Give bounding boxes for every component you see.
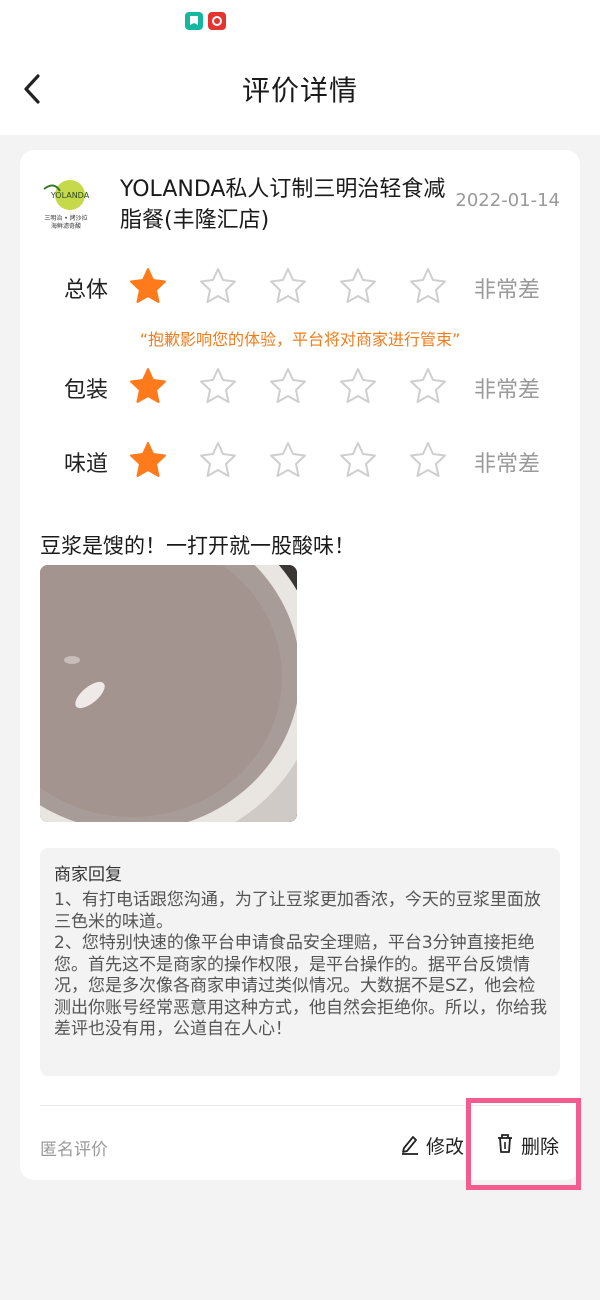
status-bar [0,0,600,45]
review-date: 2022-01-14 [455,190,560,211]
star-empty-icon [270,368,306,403]
star-filled-icon [130,368,166,403]
star-empty-icon [200,268,236,303]
star-empty-icon [340,268,376,303]
svg-text:三明治 • 烤沙拉: 三明治 • 烤沙拉 [44,214,87,222]
edit-label: 修改 [426,1136,465,1158]
star-empty-icon [270,442,306,477]
merchant-reply-title: 商家回复 [54,865,122,885]
rating-row-taste: 味道 非常差 [20,436,580,486]
delete-label: 删除 [521,1136,560,1158]
rating-row-packaging: 包装 非常差 [20,362,580,412]
star-empty-icon [410,368,446,403]
rating-label: 总体 [64,278,109,303]
rating-row-overall: 总体 非常差 [20,262,580,312]
nav-bar: 评价详情 [0,45,600,135]
green-app-icon [185,12,203,30]
rating-description: 非常差 [473,278,540,303]
star-empty-icon [410,442,446,477]
edit-button[interactable]: 修改 [400,1130,470,1160]
anonymous-label: 匿名评价 [40,1140,108,1160]
rating-label: 味道 [64,452,109,477]
star-empty-icon [200,368,236,403]
star-empty-icon [340,442,376,477]
page-title: 评价详情 [241,74,358,107]
red-app-icon [208,12,226,30]
trash-icon [498,1134,512,1153]
star-empty-icon [200,442,236,477]
merchant-reply: 商家回复 1、有打电话跟您沟通，为了让豆浆更加香浓，今天的豆浆里面放三色米的味道… [40,848,560,1076]
star-empty-icon [410,268,446,303]
apology-message: “抱歉影响您的体验，平台将对商家进行管束” [139,330,461,349]
star-filled-icon [130,442,166,477]
star-empty-icon [270,268,306,303]
review-photo[interactable] [40,565,297,822]
review-card: YOLANDA 三明治 • 烤沙拉 海鲜滤奇酸 YOLANDA私人订制三明治轻食… [20,150,580,1180]
delete-button[interactable]: 删除 [495,1130,565,1160]
pencil-icon [402,1136,418,1155]
rating-label: 包装 [64,378,109,403]
svg-text:海鲜滤奇酸: 海鲜滤奇酸 [51,222,81,230]
shop-name[interactable]: YOLANDA私人订制三明治轻食减脂餐(丰隆汇店) [120,174,450,236]
merchant-reply-body: 1、有打电话跟您沟通，为了让豆浆更加香浓，今天的豆浆里面放三色米的味道。 2、您… [54,890,547,1039]
rating-description: 非常差 [473,452,540,477]
shop-logo: YOLANDA 三明治 • 烤沙拉 海鲜滤奇酸 [43,180,90,230]
svg-text:YOLANDA: YOLANDA [50,191,90,200]
star-empty-icon [340,368,376,403]
rating-description: 非常差 [473,378,540,403]
review-text: 豆浆是馊的！一打开就一股酸味！ [40,534,355,558]
star-filled-icon [130,268,166,303]
divider [40,1105,560,1106]
